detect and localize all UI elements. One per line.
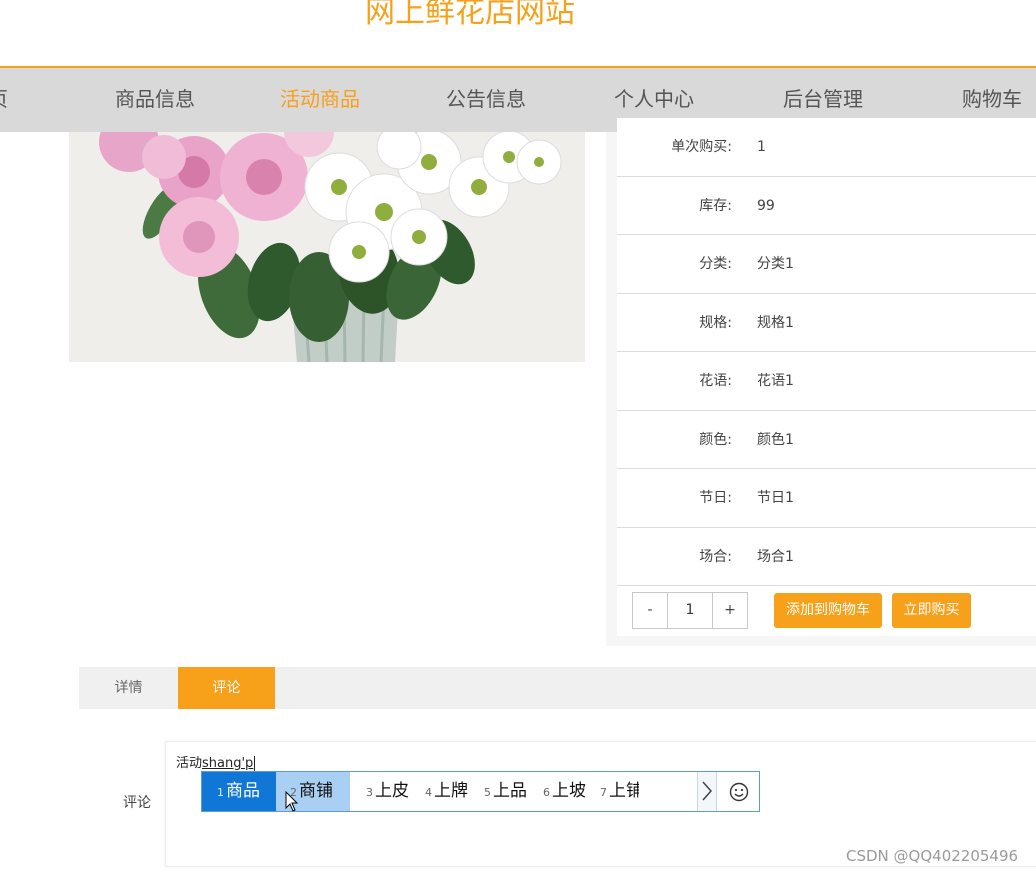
info-label: 节日: <box>699 490 732 506</box>
candidate-number: 4 <box>425 786 432 799</box>
info-label: 单次购买: <box>671 139 732 155</box>
product-image <box>69 132 585 362</box>
ime-composition-text: shang'p <box>202 756 254 771</box>
quantity-stepper: - 1 + <box>632 592 748 629</box>
ime-candidate-7[interactable]: 7 上铺 <box>586 772 639 811</box>
info-row-spec: 规格: 规格1 <box>617 293 1036 352</box>
candidate-number: 1 <box>217 786 224 799</box>
info-row-flower-language: 花语: 花语1 <box>617 352 1036 411</box>
quantity-input[interactable]: 1 <box>667 593 713 628</box>
info-row-color: 颜色: 颜色1 <box>617 410 1036 469</box>
info-value: 规格1 <box>757 314 794 331</box>
candidate-text: 上皮 <box>375 781 409 801</box>
info-value: 99 <box>757 197 775 214</box>
info-row-occasion: 场合: 场合1 <box>617 527 1036 586</box>
candidate-text: 上坡 <box>552 781 586 801</box>
info-value: 1 <box>757 139 766 155</box>
ime-candidate-3[interactable]: 3 上皮 <box>350 772 409 811</box>
mouse-pointer-icon <box>285 790 299 817</box>
info-value: 花语1 <box>757 373 794 389</box>
nav-item-promotions[interactable]: 活动商品 <box>280 68 360 132</box>
buy-now-button[interactable]: 立即购买 <box>892 593 971 628</box>
tab-comments[interactable]: 评论 <box>178 667 275 709</box>
comment-label: 评论 <box>123 795 151 811</box>
info-label: 颜色: <box>699 431 732 448</box>
chevron-right-icon[interactable] <box>697 772 717 811</box>
product-info-table: 单次购买: 1 库存: 99 分类: 分类1 规格: 规格1 花语: 花语1 颜… <box>617 118 1036 586</box>
candidate-number: 5 <box>484 786 491 799</box>
info-value: 节日1 <box>757 490 794 506</box>
ime-candidate-1[interactable]: 1 商品 <box>202 772 276 811</box>
ime-candidate-4[interactable]: 4 上牌 <box>409 772 468 811</box>
candidate-text: 上品 <box>493 781 527 801</box>
info-label: 场合: <box>699 548 732 565</box>
info-value: 场合1 <box>757 548 794 565</box>
nav-item-notices[interactable]: 公告信息 <box>446 68 526 132</box>
site-title: 网上鲜花店网站 <box>365 0 575 30</box>
detail-tabs: 详情 评论 <box>79 667 1036 709</box>
comment-input-text: 活动shang'p​ <box>176 752 256 771</box>
info-row-purchase-limit: 单次购买: 1 <box>617 118 1036 177</box>
candidate-text: 商铺 <box>299 781 333 801</box>
tab-details[interactable]: 详情 <box>79 667 178 709</box>
candidate-text: 商品 <box>226 781 260 801</box>
flower-bouquet-image <box>69 132 585 362</box>
smiley-icon[interactable] <box>718 772 759 811</box>
candidate-text: 上牌 <box>434 781 468 801</box>
info-row-festival: 节日: 节日1 <box>617 469 1036 528</box>
info-label: 分类: <box>699 256 732 272</box>
candidate-number: 6 <box>543 786 550 799</box>
info-label: 规格: <box>699 314 732 331</box>
info-value: 分类1 <box>757 256 794 272</box>
nav-item-products[interactable]: 商品信息 <box>115 68 195 132</box>
watermark: CSDN @QQ402205496 <box>846 847 1019 865</box>
candidate-number: 7 <box>600 786 607 799</box>
nav-item-home[interactable]: 页 <box>0 68 8 132</box>
decrement-button[interactable]: - <box>633 593 667 628</box>
ime-candidate-5[interactable]: 5 上品 <box>468 772 527 811</box>
info-row-category: 分类: 分类1 <box>617 235 1036 294</box>
info-label: 花语: <box>699 373 732 389</box>
text-caret: ​ <box>254 756 256 771</box>
info-row-stock: 库存: 99 <box>617 176 1036 235</box>
comment-typed-text: 活动 <box>176 756 203 771</box>
info-value: 颜色1 <box>757 431 794 448</box>
add-to-cart-button[interactable]: 添加到购物车 <box>774 593 882 628</box>
increment-button[interactable]: + <box>713 593 747 628</box>
info-label: 库存: <box>699 197 732 214</box>
ime-candidate-6[interactable]: 6 上坡 <box>527 772 586 811</box>
candidate-text: 上铺 <box>609 781 639 801</box>
candidate-number: 3 <box>366 786 373 799</box>
